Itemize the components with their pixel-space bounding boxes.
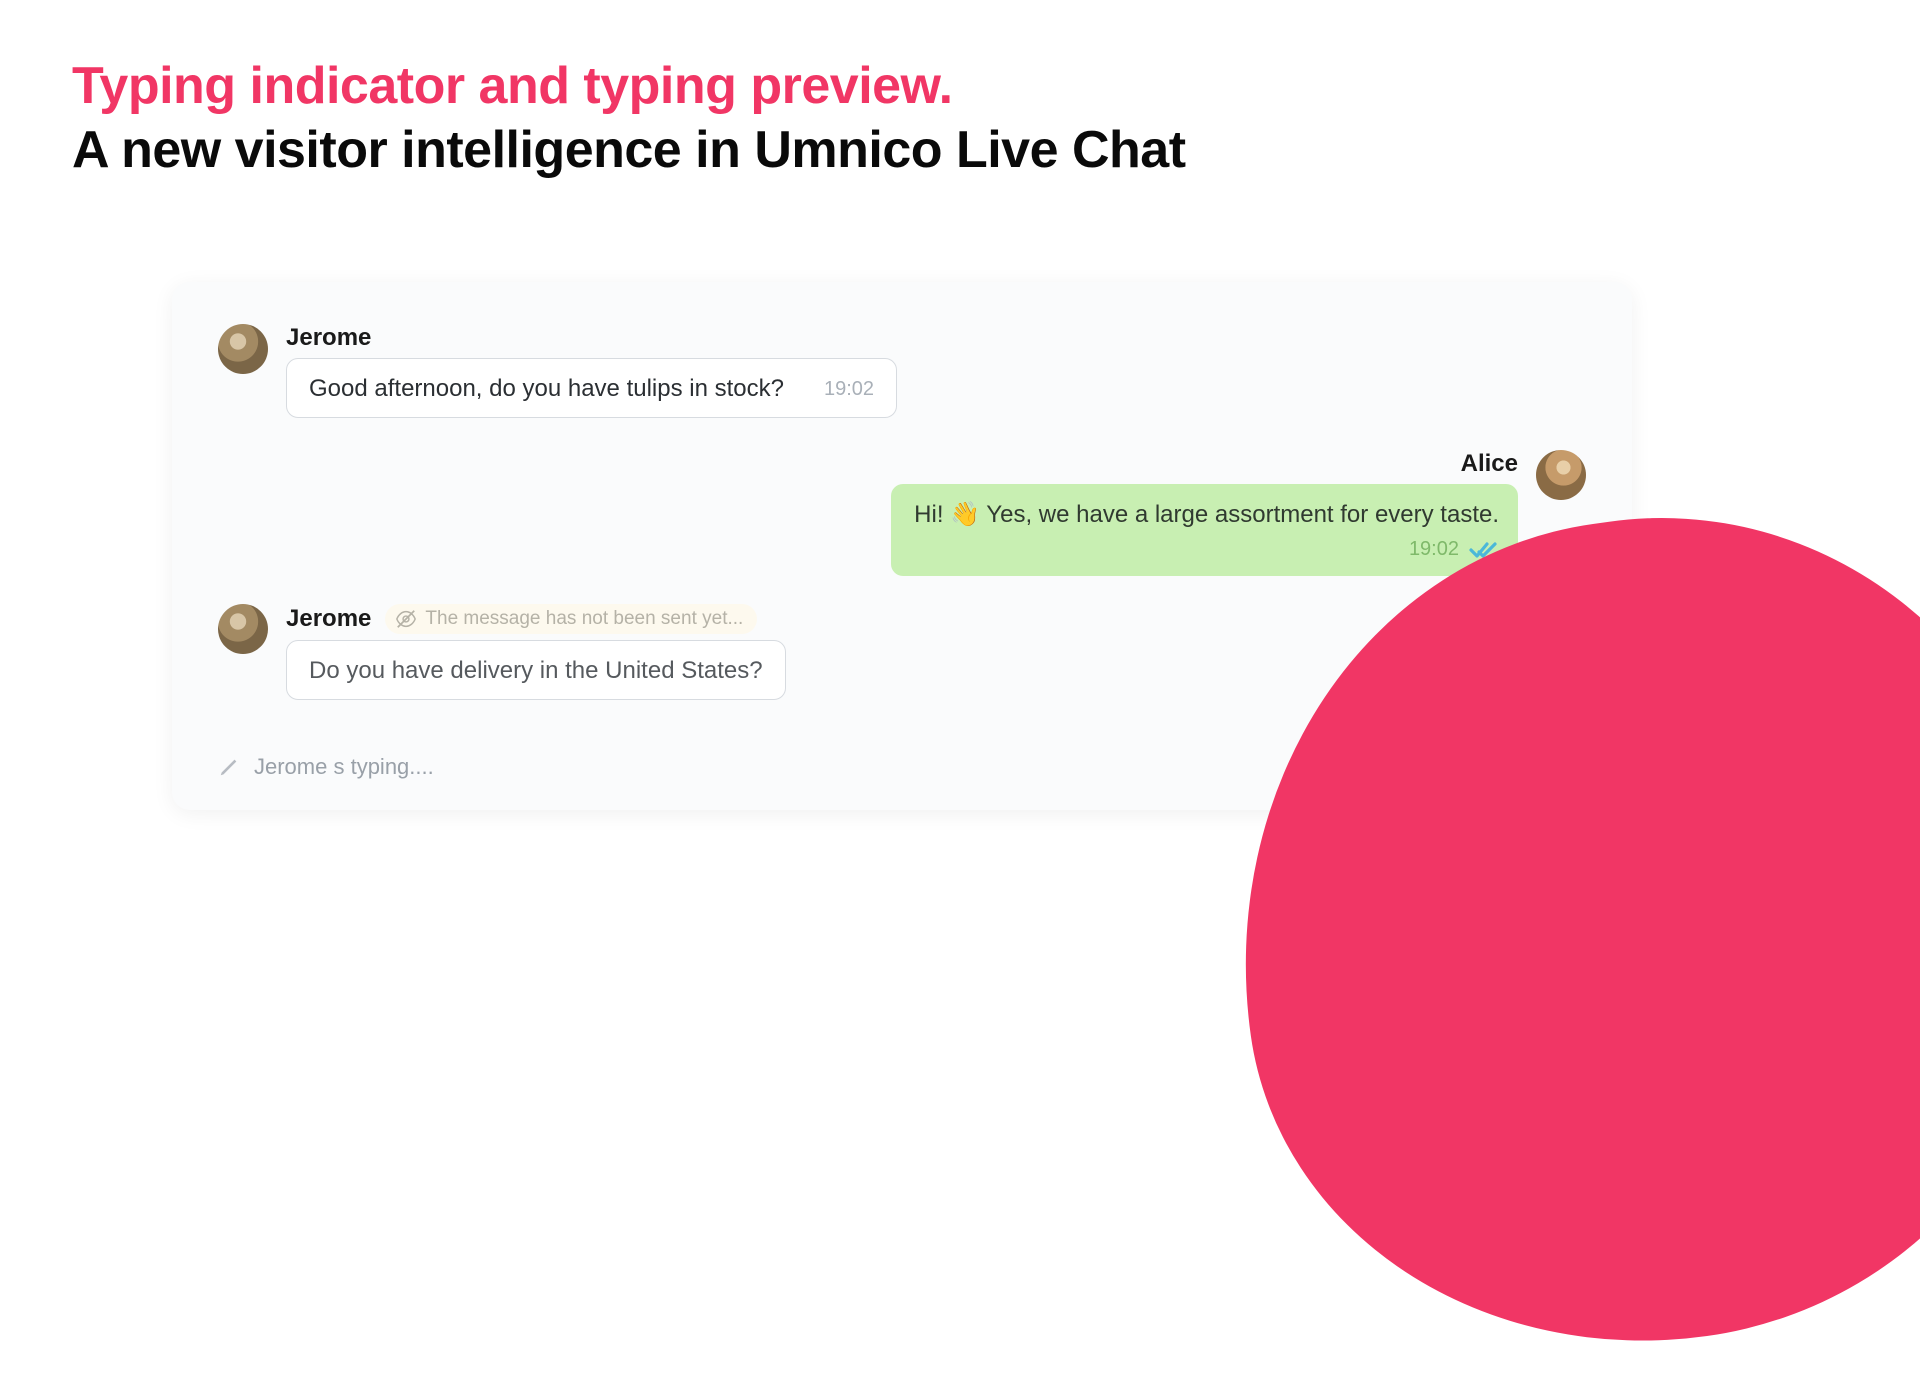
typing-preview-badge: The message has not been sent yet... — [385, 604, 757, 634]
message-bubble-preview: Do you have delivery in the United State… — [286, 640, 786, 700]
message-column: Alice Hi! 👋 Yes, we have a large assortm… — [891, 450, 1518, 575]
headline-subtitle: A new visitor intelligence in Umnico Liv… — [72, 119, 1186, 181]
message-text: Hi! 👋 Yes, we have a large assortment fo… — [914, 499, 1499, 531]
preview-badge-text: The message has not been sent yet... — [425, 608, 743, 630]
message-time: 19:02 — [1409, 536, 1459, 565]
pencil-icon — [218, 756, 240, 778]
sender-name: Jerome — [286, 324, 897, 352]
avatar-jerome — [218, 324, 268, 374]
sender-row: Jerome The message has not been sent yet… — [286, 604, 786, 634]
message-bubble-sent: Hi! 👋 Yes, we have a large assortment fo… — [891, 484, 1518, 575]
message-column: Jerome Good afternoon, do you have tulip… — [286, 324, 897, 418]
chat-row: Alice Hi! 👋 Yes, we have a large assortm… — [218, 450, 1586, 575]
sender-name: Alice — [1461, 450, 1518, 478]
avatar-jerome — [218, 604, 268, 654]
message-bubble: Good afternoon, do you have tulips in st… — [286, 358, 897, 418]
chat-row: Jerome Good afternoon, do you have tulip… — [218, 324, 1586, 418]
message-column: Jerome The message has not been sent yet… — [286, 604, 786, 700]
message-text: Do you have delivery in the United State… — [309, 655, 763, 687]
avatar-alice — [1536, 450, 1586, 500]
sender-name: Jerome — [286, 605, 371, 633]
message-text: Good afternoon, do you have tulips in st… — [309, 373, 784, 405]
message-time: 19:02 — [824, 376, 874, 405]
typing-indicator-text: Jerome s typing.... — [254, 754, 434, 780]
headline-accent: Typing indicator and typing preview. — [72, 58, 1186, 115]
eye-off-icon — [395, 608, 417, 630]
headline-block: Typing indicator and typing preview. A n… — [72, 58, 1186, 182]
